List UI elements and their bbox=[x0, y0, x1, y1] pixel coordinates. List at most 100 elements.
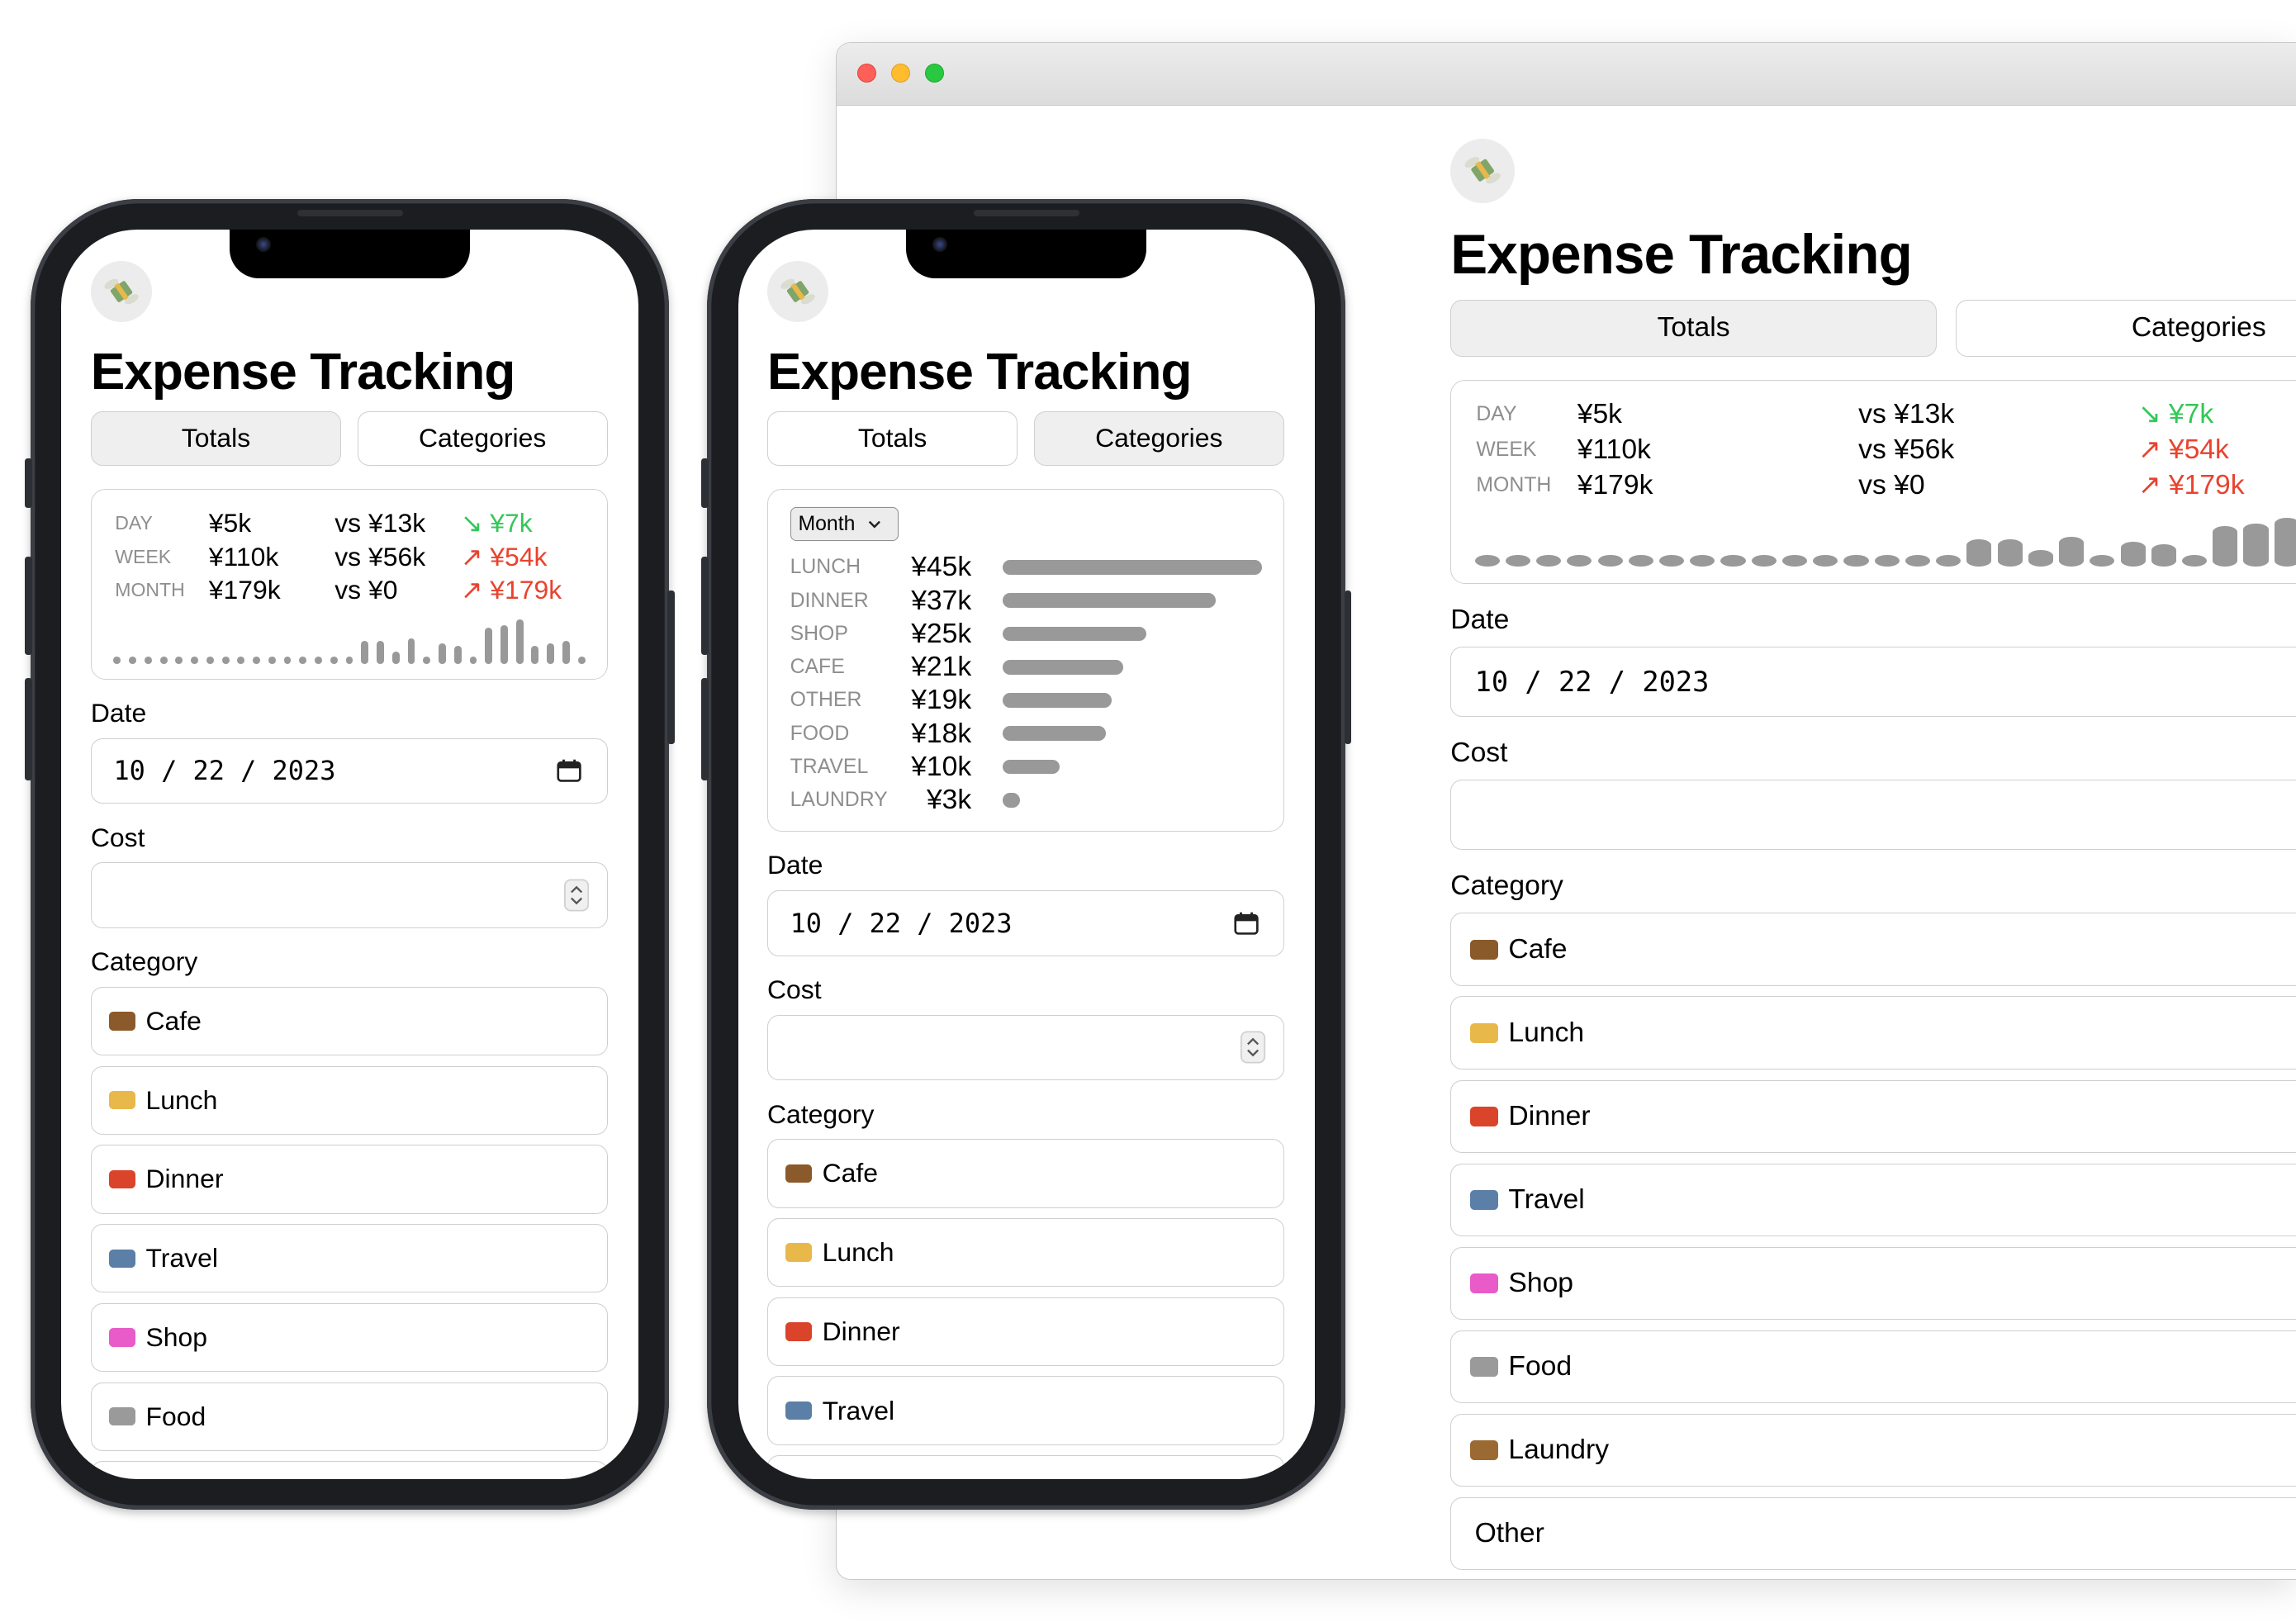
category-chart-row: CAFE ¥21k bbox=[768, 652, 1283, 682]
sparkline-bar bbox=[485, 627, 493, 664]
arrow-up-right-icon: ↗ bbox=[460, 574, 483, 605]
speaker-grille bbox=[974, 209, 1079, 217]
sparkline-bar bbox=[345, 657, 353, 664]
tab-totals[interactable]: Totals bbox=[1450, 299, 1937, 357]
spaghetti-icon bbox=[785, 1322, 813, 1341]
category-option-lunch[interactable]: Lunch bbox=[1450, 996, 2296, 1070]
category-option-travel[interactable]: Travel bbox=[1450, 1163, 2296, 1237]
stats-period-label: MONTH bbox=[1476, 474, 1552, 497]
period-select[interactable]: Month bbox=[790, 507, 899, 542]
category-chart-amount: ¥18k bbox=[911, 718, 972, 749]
tab-totals[interactable]: Totals bbox=[90, 411, 342, 466]
category-option-other[interactable]: Other bbox=[1450, 1496, 2296, 1571]
tab-categories[interactable]: Categories bbox=[1955, 299, 2296, 357]
category-chart-bar bbox=[1002, 693, 1112, 708]
period-select-value: Month bbox=[798, 512, 856, 535]
category-option-label: Dinner bbox=[1508, 1100, 1591, 1131]
phone-app-content: Expense Tracking Totals Categories DAY ¥5k vs… bbox=[90, 260, 608, 1479]
category-option-laundry[interactable]: Laundry bbox=[90, 1461, 608, 1479]
stats-change: ↗ ¥179k bbox=[461, 574, 562, 606]
calendar-icon[interactable] bbox=[557, 759, 582, 783]
category-option-food[interactable]: Food bbox=[1450, 1330, 2296, 1404]
tram-icon bbox=[785, 1401, 813, 1420]
stats-change: ↗ ¥54k bbox=[461, 541, 548, 573]
stepper-icon[interactable] bbox=[564, 879, 590, 912]
stats-change: ↗ ¥179k bbox=[2138, 469, 2245, 503]
date-input[interactable]: 10 / 22 / 2023 bbox=[1450, 646, 2296, 717]
sparkline-bar bbox=[391, 651, 400, 664]
stats-period-label: WEEK bbox=[115, 545, 172, 567]
category-option-travel[interactable]: Travel bbox=[767, 1376, 1284, 1445]
category-chart-bar bbox=[1002, 593, 1216, 609]
category-option-cafe[interactable]: Cafe bbox=[90, 986, 608, 1056]
sparkline-bar bbox=[191, 657, 199, 664]
category-option-shop[interactable]: Shop bbox=[90, 1302, 608, 1373]
category-chart-bar bbox=[1002, 560, 1262, 575]
stats-change-value: ¥54k bbox=[490, 541, 548, 571]
sparkline-bar bbox=[144, 657, 152, 664]
speaker-grille bbox=[296, 209, 403, 217]
sparkline-bar bbox=[175, 657, 183, 664]
category-option-travel[interactable]: Travel bbox=[90, 1224, 608, 1293]
category-option-food[interactable]: Food bbox=[90, 1382, 608, 1451]
sandwich-icon bbox=[785, 1243, 813, 1262]
category-option-dinner[interactable]: Dinner bbox=[1450, 1079, 2296, 1154]
money-with-wings-icon bbox=[780, 278, 815, 305]
daily-sparkline bbox=[1451, 508, 2296, 567]
tram-icon bbox=[1470, 1190, 1498, 1210]
category-chart-bar bbox=[1002, 626, 1147, 642]
sparkline-bar bbox=[1843, 554, 1869, 567]
category-option-label: Laundry bbox=[1508, 1435, 1610, 1466]
close-window-button[interactable] bbox=[857, 64, 877, 83]
totals-card: DAY ¥5k vs ¥13k ↘ ¥7k WEEK ¥110k vs ¥56k ↗ ¥54k MO… bbox=[90, 489, 608, 680]
category-option-shop[interactable]: Shop bbox=[1450, 1246, 2296, 1321]
date-input[interactable]: 10 / 22 / 2023 bbox=[767, 889, 1284, 956]
window-titlebar[interactable] bbox=[837, 43, 2296, 106]
tab-categories[interactable]: Categories bbox=[357, 411, 608, 466]
calendar-icon[interactable] bbox=[1234, 912, 1259, 935]
sparkline-bar bbox=[1597, 554, 1623, 567]
stats-compare: vs ¥56k bbox=[1858, 434, 1955, 466]
app-icon bbox=[90, 260, 153, 323]
category-chart-row: DINNER ¥37k bbox=[768, 586, 1283, 615]
volume-down-button bbox=[25, 677, 32, 780]
category-option-dinner[interactable]: Dinner bbox=[767, 1297, 1284, 1367]
tram-icon bbox=[109, 1249, 136, 1268]
stats-compare: vs ¥13k bbox=[334, 508, 426, 538]
cost-input[interactable] bbox=[90, 862, 608, 928]
sparkline-bar bbox=[407, 638, 415, 664]
app-icon bbox=[1450, 138, 1516, 203]
stage: Expense Tracking Totals Categories DAY ¥5k vs… bbox=[0, 0, 2296, 1622]
sparkline-bar bbox=[577, 657, 586, 664]
zoom-window-button[interactable] bbox=[924, 64, 944, 83]
category-option-dinner[interactable]: Dinner bbox=[90, 1145, 608, 1214]
tab-categories[interactable]: Categories bbox=[1033, 411, 1284, 466]
category-option-shop[interactable]: Shop bbox=[767, 1455, 1284, 1479]
date-label: Date bbox=[1450, 604, 1510, 635]
cost-input[interactable] bbox=[767, 1014, 1284, 1081]
basket-icon bbox=[1470, 1440, 1498, 1460]
category-option-cafe[interactable]: Cafe bbox=[767, 1139, 1284, 1208]
category-chart-label: FOOD bbox=[790, 722, 850, 745]
category-chart-row: SHOP ¥25k bbox=[768, 619, 1283, 648]
category-option-laundry[interactable]: Laundry bbox=[1450, 1413, 2296, 1487]
cost-input[interactable] bbox=[1450, 780, 2296, 851]
sparkline-bar bbox=[2028, 549, 2053, 567]
stats-compare: vs ¥0 bbox=[1858, 470, 1925, 501]
category-option-lunch[interactable]: Lunch bbox=[767, 1217, 1284, 1288]
stats-value: ¥110k bbox=[208, 541, 279, 571]
tab-totals[interactable]: Totals bbox=[767, 411, 1018, 466]
power-button bbox=[1344, 590, 1352, 744]
stats-value: ¥179k bbox=[208, 574, 281, 605]
sparkline-bar bbox=[1966, 538, 1992, 567]
notch bbox=[906, 230, 1147, 278]
arrow-up-right-icon: ↗ bbox=[2137, 434, 2161, 466]
category-option-lunch[interactable]: Lunch bbox=[90, 1065, 608, 1135]
category-option-cafe[interactable]: Cafe bbox=[1450, 913, 2296, 987]
stats-period-label: MONTH bbox=[115, 578, 185, 600]
categories-card: Month LUNCH ¥45k DINNER ¥37k SHOP ¥25k CAFE ¥21k… bbox=[767, 489, 1284, 832]
stepper-icon[interactable] bbox=[1241, 1031, 1266, 1064]
minimize-window-button[interactable] bbox=[890, 64, 911, 83]
date-input[interactable]: 10 / 22 / 2023 bbox=[90, 737, 608, 804]
hot-beverage-icon bbox=[785, 1164, 813, 1183]
